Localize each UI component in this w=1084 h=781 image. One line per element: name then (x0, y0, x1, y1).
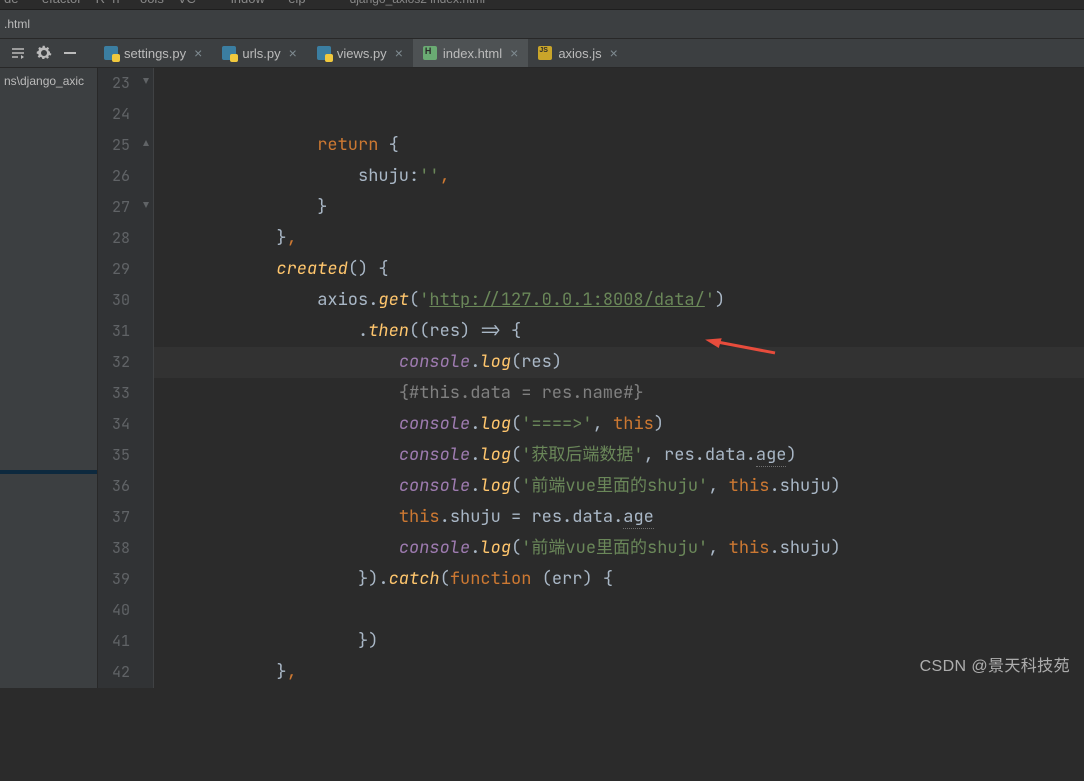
close-icon[interactable]: × (395, 45, 403, 61)
file-type-icon (317, 46, 331, 60)
project-tree[interactable]: ns\django_axic (0, 68, 98, 688)
close-icon[interactable]: × (610, 45, 618, 61)
close-icon[interactable]: × (289, 45, 297, 61)
editor-tab[interactable]: views.py × (307, 39, 413, 67)
gutter: 2324252627282930313233343536373839404142 (98, 68, 140, 688)
gear-icon[interactable] (36, 45, 52, 61)
tab-label: settings.py (124, 46, 186, 61)
file-type-icon (104, 46, 118, 60)
menu-item[interactable]: de (4, 0, 18, 6)
menu-item[interactable]: VCS (178, 0, 205, 6)
close-icon[interactable]: × (194, 45, 202, 61)
menu-item[interactable]: Run (96, 0, 120, 6)
file-type-icon (222, 46, 236, 60)
editor-tab[interactable]: index.html × (413, 39, 528, 67)
file-type-icon (423, 46, 437, 60)
close-icon[interactable]: × (510, 45, 518, 61)
editor-tab[interactable]: axios.js × (528, 39, 628, 67)
project-tree-item[interactable]: ns\django_axic (0, 72, 97, 90)
menu-item[interactable]: Tools (133, 0, 163, 6)
project-tree-selected[interactable] (0, 470, 97, 474)
editor-tab[interactable]: settings.py × (94, 39, 212, 67)
file-type-icon (538, 46, 552, 60)
menu-item[interactable]: Window (219, 0, 265, 6)
code-editor[interactable]: return { shuju:'', } }, created() { axio… (154, 68, 1084, 688)
tab-label: axios.js (558, 46, 601, 61)
editor-tab[interactable]: urls.py × (212, 39, 306, 67)
tab-row: settings.py × urls.py × views.py × index.html ×… (0, 39, 1084, 68)
menu-item[interactable]: Refactor (32, 0, 81, 6)
tab-label: index.html (443, 46, 502, 61)
tab-label: urls.py (242, 46, 280, 61)
show-options-icon[interactable] (10, 45, 26, 61)
menu-item[interactable]: Help (279, 0, 306, 6)
hide-icon[interactable] (62, 45, 78, 61)
fold-column[interactable] (140, 68, 154, 688)
breadcrumb: django_axios2 index.html (350, 0, 485, 6)
main-menu: de Refactor Run Tools VCS Window Help dj… (0, 0, 1084, 10)
editor-tabs: settings.py × urls.py × views.py × index.html ×… (94, 39, 628, 67)
navigation-bar: .html (0, 10, 1084, 39)
file-path[interactable]: .html (4, 17, 30, 31)
tab-label: views.py (337, 46, 387, 61)
